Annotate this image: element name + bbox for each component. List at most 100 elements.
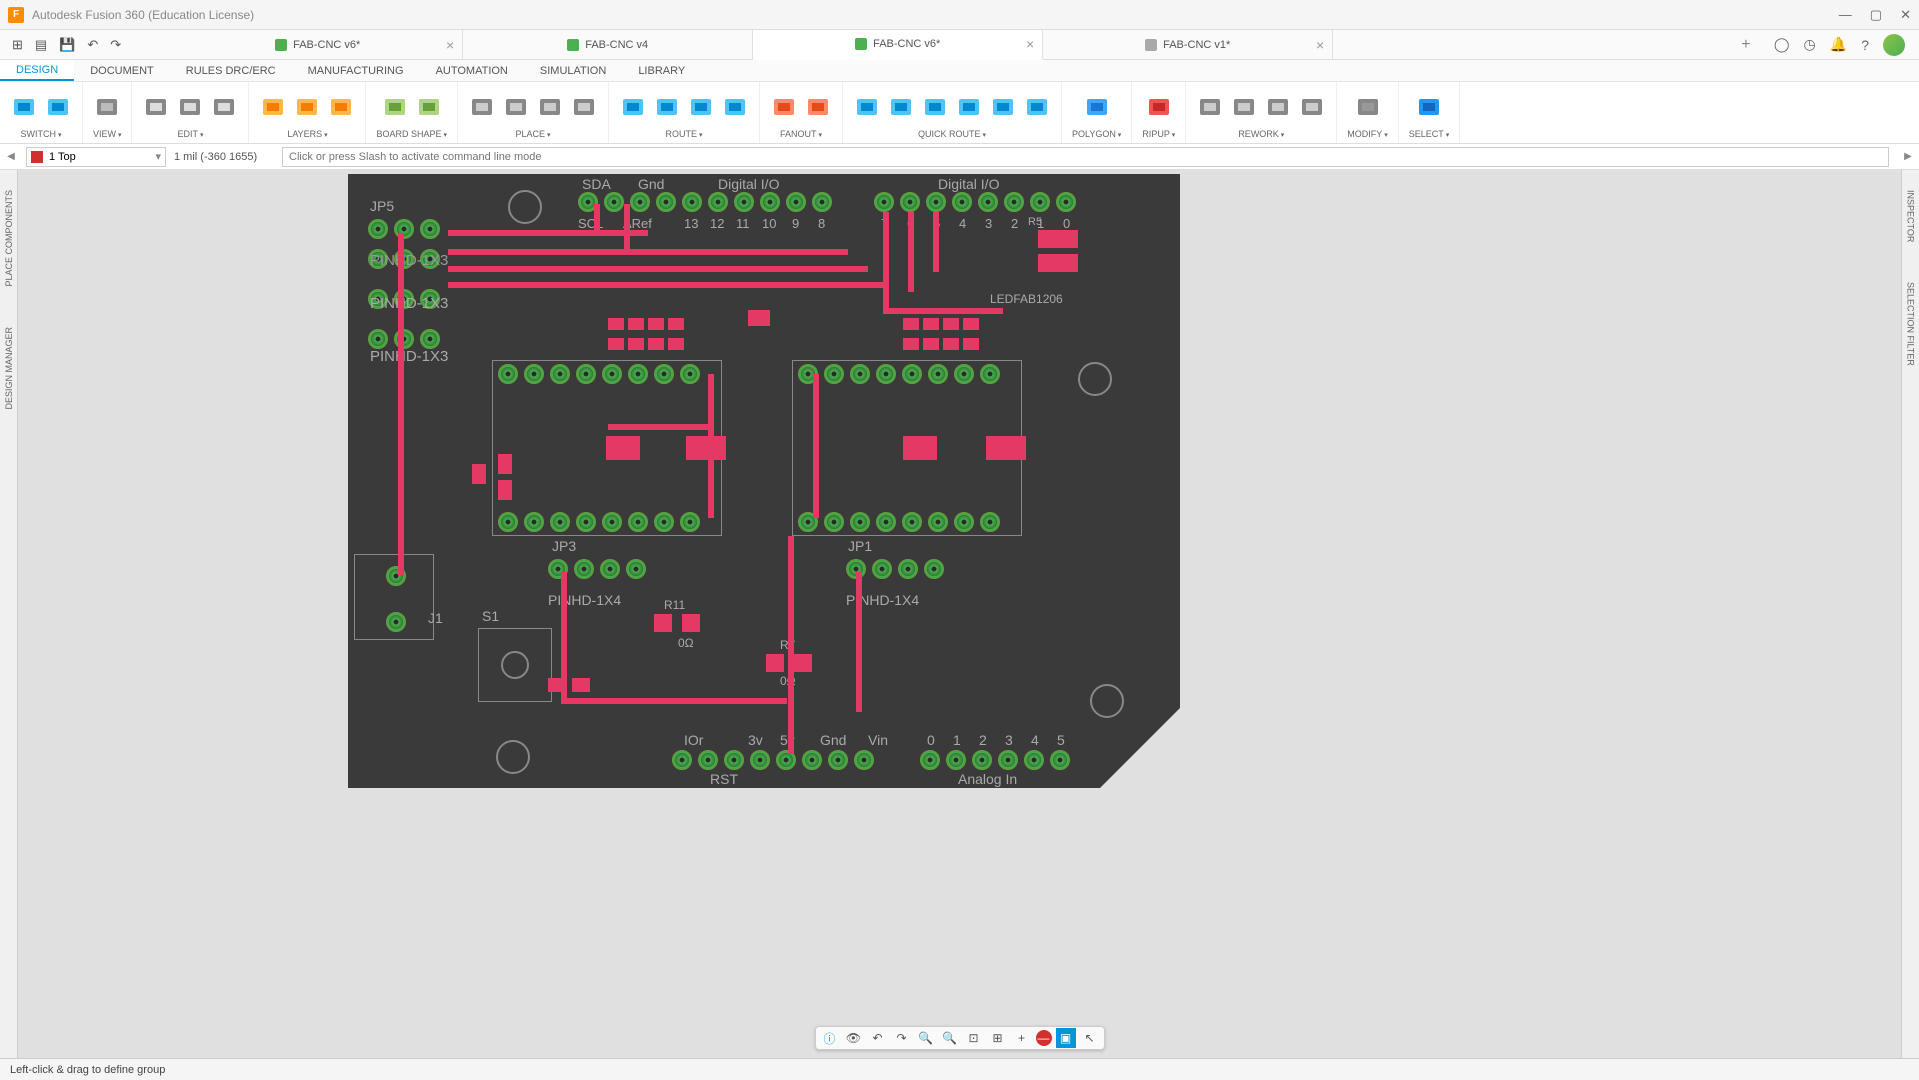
document-tab[interactable]: FAB-CNC v4 bbox=[463, 30, 753, 60]
panel-tab-design-manager[interactable]: DESIGN MANAGER bbox=[4, 327, 14, 410]
layer-selector[interactable]: 1 Top ▾ bbox=[26, 147, 166, 167]
menu-automation[interactable]: AUTOMATION bbox=[420, 60, 524, 81]
ribbon-tool-icon[interactable] bbox=[142, 93, 170, 121]
ribbon-tool-icon[interactable] bbox=[653, 93, 681, 121]
ribbon-tool-icon[interactable] bbox=[1230, 93, 1258, 121]
document-tab[interactable]: FAB-CNC v6*× bbox=[173, 30, 463, 60]
job-status-icon[interactable]: ◷ bbox=[1804, 36, 1816, 53]
tab-close-icon[interactable]: × bbox=[446, 37, 454, 53]
ribbon-tool-icon[interactable] bbox=[93, 93, 121, 121]
ribbon-tool-icon[interactable] bbox=[176, 93, 204, 121]
tab-close-icon[interactable]: × bbox=[1316, 37, 1324, 53]
zoom-in-icon[interactable]: 🔍 bbox=[916, 1028, 936, 1048]
menu-simulation[interactable]: SIMULATION bbox=[524, 60, 622, 81]
ribbon-tool-icon[interactable] bbox=[1264, 93, 1292, 121]
close-button[interactable]: ✕ bbox=[1900, 7, 1911, 23]
ribbon-group-label[interactable]: POLYGON bbox=[1072, 129, 1121, 141]
document-tab[interactable]: FAB-CNC v1*× bbox=[1043, 30, 1333, 60]
ribbon-group-label[interactable]: REWORK bbox=[1238, 129, 1284, 141]
ribbon-tool-icon[interactable] bbox=[1196, 93, 1224, 121]
ribbon-tool-icon[interactable] bbox=[502, 93, 530, 121]
ribbon-tool-icon[interactable] bbox=[687, 93, 715, 121]
ribbon-tool-icon[interactable] bbox=[955, 93, 983, 121]
save-icon[interactable]: 💾 bbox=[59, 37, 75, 53]
ribbon-group-label[interactable]: VIEW bbox=[93, 129, 121, 141]
ribbon-tool-icon[interactable] bbox=[921, 93, 949, 121]
expand-left-icon[interactable]: ◀ bbox=[4, 151, 18, 162]
undo-icon[interactable]: ↶ bbox=[87, 37, 98, 53]
menu-rulesdrcerc[interactable]: RULES DRC/ERC bbox=[170, 60, 292, 81]
zoom-fit-icon[interactable]: ⊡ bbox=[964, 1028, 984, 1048]
ribbon-tool-icon[interactable] bbox=[10, 93, 38, 121]
crosshair-icon[interactable]: + bbox=[1012, 1028, 1032, 1048]
notifications-icon[interactable]: 🔔 bbox=[1830, 36, 1847, 53]
silk-label: Digital I/O bbox=[938, 176, 999, 192]
file-icon[interactable]: ▤ bbox=[35, 37, 47, 53]
help-icon[interactable]: ? bbox=[1861, 37, 1869, 53]
ribbon-tool-icon[interactable] bbox=[770, 93, 798, 121]
ribbon-tool-icon[interactable] bbox=[721, 93, 749, 121]
user-avatar[interactable] bbox=[1883, 34, 1905, 56]
ribbon-tool-icon[interactable] bbox=[44, 93, 72, 121]
menu-library[interactable]: LIBRARY bbox=[622, 60, 701, 81]
minimize-button[interactable]: — bbox=[1839, 7, 1852, 23]
ribbon-tool-icon[interactable] bbox=[1354, 93, 1382, 121]
ribbon-group-label[interactable]: SELECT bbox=[1409, 129, 1449, 141]
ribbon-group-label[interactable]: SWITCH bbox=[21, 129, 62, 141]
panel-tab-place-components[interactable]: PLACE COMPONENTS bbox=[4, 190, 14, 287]
menu-manufacturing[interactable]: MANUFACTURING bbox=[292, 60, 420, 81]
ribbon-group-label[interactable]: QUICK ROUTE bbox=[918, 129, 986, 141]
ribbon-group-label[interactable]: BOARD SHAPE bbox=[376, 129, 447, 141]
ribbon-tool-icon[interactable] bbox=[619, 93, 647, 121]
grid-icon[interactable]: ⊞ bbox=[988, 1028, 1008, 1048]
ribbon-group-label[interactable]: EDIT bbox=[177, 129, 203, 141]
document-tab[interactable]: FAB-CNC v6*× bbox=[753, 30, 1043, 60]
expand-right-icon[interactable]: ▶ bbox=[1901, 151, 1915, 162]
cursor-icon[interactable]: ↖ bbox=[1080, 1028, 1100, 1048]
ribbon-tool-icon[interactable] bbox=[989, 93, 1017, 121]
ribbon-group-label[interactable]: RIPUP bbox=[1142, 129, 1175, 141]
redo-icon[interactable]: ↷ bbox=[110, 37, 121, 53]
ribbon-tool-icon[interactable] bbox=[468, 93, 496, 121]
ribbon-group-label[interactable]: PLACE bbox=[515, 129, 550, 141]
ribbon-tool-icon[interactable] bbox=[1083, 93, 1111, 121]
ribbon-tool-icon[interactable] bbox=[1145, 93, 1173, 121]
menu-document[interactable]: DOCUMENT bbox=[74, 60, 170, 81]
undo-nav-icon[interactable]: ↶ bbox=[868, 1028, 888, 1048]
ribbon-group-label[interactable]: MODIFY bbox=[1347, 129, 1387, 141]
zoom-out-icon[interactable]: 🔍 bbox=[940, 1028, 960, 1048]
new-tab-button[interactable]: + bbox=[1732, 36, 1760, 54]
ribbon-tool-icon[interactable] bbox=[1298, 93, 1326, 121]
stop-icon[interactable]: — bbox=[1036, 1030, 1052, 1046]
ribbon-group-label[interactable]: LAYERS bbox=[287, 129, 327, 141]
ribbon-tool-icon[interactable] bbox=[415, 93, 443, 121]
ribbon-tool-icon[interactable] bbox=[293, 93, 321, 121]
ribbon-group-label[interactable]: ROUTE bbox=[666, 129, 703, 141]
ribbon-tool-icon[interactable] bbox=[570, 93, 598, 121]
panel-tab-selection-filter[interactable]: SELECTION FILTER bbox=[1906, 282, 1916, 366]
ribbon-group-edit: EDIT bbox=[132, 82, 249, 143]
ribbon-tool-icon[interactable] bbox=[210, 93, 238, 121]
redo-nav-icon[interactable]: ↷ bbox=[892, 1028, 912, 1048]
extensions-icon[interactable]: ◯ bbox=[1774, 36, 1790, 53]
ribbon-tool-icon[interactable] bbox=[536, 93, 564, 121]
data-panel-icon[interactable]: ⊞ bbox=[12, 37, 23, 53]
ribbon-tool-icon[interactable] bbox=[381, 93, 409, 121]
tab-close-icon[interactable]: × bbox=[1026, 36, 1034, 52]
info-icon[interactable]: ⓘ bbox=[820, 1028, 840, 1048]
ribbon-tool-icon[interactable] bbox=[1415, 93, 1443, 121]
panel-tab-inspector[interactable]: INSPECTOR bbox=[1906, 190, 1916, 242]
ribbon-tool-icon[interactable] bbox=[1023, 93, 1051, 121]
ribbon-tool-icon[interactable] bbox=[804, 93, 832, 121]
pcb-canvas[interactable]: SDA Gnd Digital I/O Digital I/O SCL ARef… bbox=[18, 170, 1901, 1058]
ribbon-tool-icon[interactable] bbox=[327, 93, 355, 121]
ribbon-tool-icon[interactable] bbox=[259, 93, 287, 121]
ribbon-tool-icon[interactable] bbox=[853, 93, 881, 121]
ribbon-group-label[interactable]: FANOUT bbox=[780, 129, 822, 141]
ribbon-tool-icon[interactable] bbox=[887, 93, 915, 121]
menu-design[interactable]: DESIGN bbox=[0, 60, 74, 81]
maximize-button[interactable]: ▢ bbox=[1870, 7, 1882, 23]
visibility-icon[interactable]: 👁 bbox=[844, 1028, 864, 1048]
command-input[interactable] bbox=[282, 147, 1889, 167]
select-mode-icon[interactable]: ▣ bbox=[1056, 1028, 1076, 1048]
